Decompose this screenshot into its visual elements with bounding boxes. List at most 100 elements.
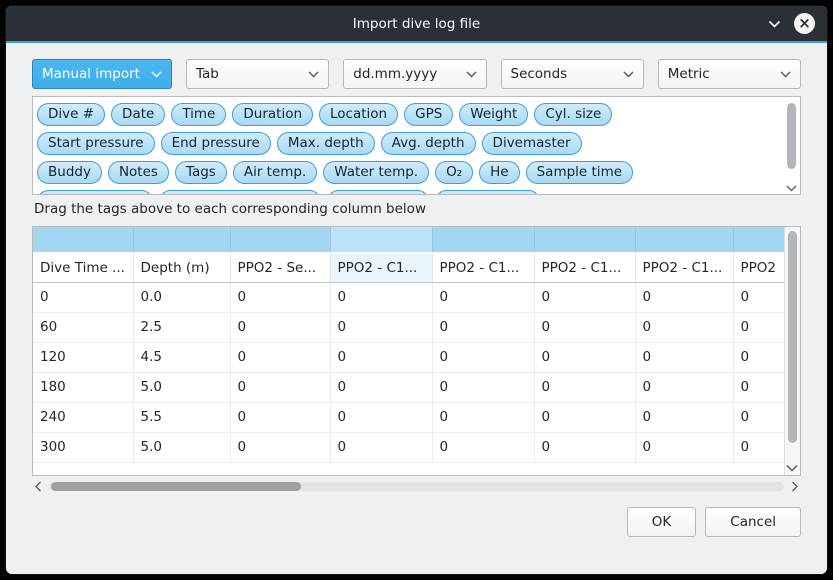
- combo-value: dd.mm.yyyy: [353, 66, 437, 82]
- header-row: Dive Time ...Depth (m)PPO2 - Se...PPO2 -…: [33, 253, 784, 282]
- scrollbar-thumb[interactable]: [788, 231, 797, 443]
- table-cell: 0: [330, 402, 432, 432]
- tag-water-temp[interactable]: Water temp.: [323, 161, 429, 184]
- scroll-left-icon[interactable]: [32, 481, 45, 492]
- column-header[interactable]: Depth (m): [133, 253, 230, 282]
- scrollbar-thumb[interactable]: [51, 482, 301, 491]
- column-drop-target[interactable]: [635, 227, 733, 253]
- tag-max-depth[interactable]: Max. depth: [277, 132, 375, 155]
- tag-end-pressure[interactable]: End pressure: [161, 132, 271, 155]
- tag-tags[interactable]: Tags: [175, 161, 227, 184]
- tag-o[interactable]: O₂: [435, 161, 473, 184]
- table-cell: 0: [432, 342, 534, 372]
- combo-duration-format[interactable]: Seconds: [501, 59, 644, 89]
- titlebar[interactable]: Import dive log file ×: [6, 6, 827, 43]
- column-drop-target[interactable]: [33, 227, 133, 253]
- column-drop-target[interactable]: [230, 227, 330, 253]
- table-vertical-scrollbar[interactable]: [784, 227, 800, 475]
- column-drop-target[interactable]: [133, 227, 230, 253]
- column-header[interactable]: PPO2: [733, 253, 784, 282]
- tag-duration[interactable]: Duration: [232, 103, 313, 126]
- button-box: OK Cancel: [32, 507, 801, 537]
- table-cell: 0: [330, 372, 432, 402]
- dialog-body: Manual import Tab dd.mm.yyyy Seconds: [6, 43, 827, 537]
- scroll-down-icon[interactable]: [786, 464, 798, 472]
- combo-import-mode[interactable]: Manual import: [32, 59, 172, 89]
- tag-sample-time[interactable]: Sample time: [526, 161, 633, 184]
- scrollbar-track[interactable]: [49, 482, 784, 491]
- scrollbar-thumb[interactable]: [787, 103, 796, 169]
- tag-row: Sample depth Sample temperature Sample pO₂…: [37, 190, 780, 194]
- table-cell: 0: [733, 312, 784, 342]
- import-grid: Dive Time ...Depth (m)PPO2 - Se...PPO2 -…: [33, 227, 784, 463]
- table-cell: 120: [33, 342, 133, 372]
- combo-date-format[interactable]: dd.mm.yyyy: [343, 59, 486, 89]
- column-header[interactable]: PPO2 - C1...: [330, 253, 432, 282]
- scroll-down-icon[interactable]: [786, 185, 797, 192]
- tag-buddy[interactable]: Buddy: [37, 161, 102, 184]
- column-drop-target[interactable]: [733, 227, 784, 253]
- combo-value: Tab: [196, 66, 219, 82]
- table-horizontal-scrollbar[interactable]: [32, 479, 801, 494]
- tag-notes[interactable]: Notes: [108, 161, 169, 184]
- tag-sample-depth[interactable]: Sample depth: [37, 190, 153, 194]
- tag-time[interactable]: Time: [171, 103, 226, 126]
- column-drop-target[interactable]: [330, 227, 432, 253]
- table-cell: 0: [635, 402, 733, 432]
- table-cell: 0: [230, 372, 330, 402]
- import-options-row: Manual import Tab dd.mm.yyyy Seconds: [32, 59, 801, 89]
- table-cell: 0: [230, 282, 330, 312]
- close-icon: ×: [798, 16, 811, 31]
- tag-sample-cns[interactable]: Sample CNS: [435, 190, 540, 194]
- combo-value: Metric: [668, 66, 710, 82]
- tag-sample-po[interactable]: Sample pO₂: [327, 190, 429, 194]
- tag-row: Start pressure End pressure Max. depth Avg.…: [37, 132, 780, 155]
- table-cell: 0: [230, 312, 330, 342]
- tag-air-temp[interactable]: Air temp.: [233, 161, 317, 184]
- close-button[interactable]: ×: [794, 13, 815, 34]
- scroll-right-icon[interactable]: [788, 481, 801, 492]
- column-header[interactable]: PPO2 - C1...: [534, 253, 635, 282]
- tag-panel-scrollbar[interactable]: [783, 97, 800, 194]
- table-cell: 2.5: [133, 312, 230, 342]
- combo-field-separator[interactable]: Tab: [186, 59, 329, 89]
- column-drop-target[interactable]: [534, 227, 635, 253]
- tag-sample-temperature[interactable]: Sample temperature: [159, 190, 321, 194]
- tag-row: Dive # Date Time Duration Location GPS Weight C…: [37, 103, 780, 126]
- tag-location[interactable]: Location: [319, 103, 398, 126]
- combo-value: Seconds: [511, 66, 568, 82]
- table-cell: 0: [635, 432, 733, 462]
- table-cell: 300: [33, 432, 133, 462]
- tag-start-pressure[interactable]: Start pressure: [37, 132, 155, 155]
- combo-units[interactable]: Metric: [658, 59, 801, 89]
- tag-date[interactable]: Date: [111, 103, 165, 126]
- column-header[interactable]: PPO2 - C1...: [635, 253, 733, 282]
- tag-gps[interactable]: GPS: [404, 103, 453, 126]
- column-header[interactable]: PPO2 - Se...: [230, 253, 330, 282]
- table-cell: 0.0: [133, 282, 230, 312]
- chevron-down-icon[interactable]: [768, 20, 781, 28]
- cancel-button[interactable]: Cancel: [705, 507, 801, 537]
- column-header[interactable]: Dive Time ...: [33, 253, 133, 282]
- table-cell: 0: [733, 432, 784, 462]
- table-cell: 0: [534, 342, 635, 372]
- table-cell: 0: [432, 312, 534, 342]
- table-cell: 180: [33, 372, 133, 402]
- ok-button[interactable]: OK: [627, 507, 696, 537]
- table-cell: 0: [635, 372, 733, 402]
- titlebar-icons: ×: [768, 6, 815, 41]
- column-drop-target[interactable]: [432, 227, 534, 253]
- tag-dive[interactable]: Dive #: [37, 103, 105, 126]
- tag-avg-depth[interactable]: Avg. depth: [381, 132, 476, 155]
- tag-cyl-size[interactable]: Cyl. size: [534, 103, 612, 126]
- column-header[interactable]: PPO2 - C1...: [432, 253, 534, 282]
- table-cell: 60: [33, 312, 133, 342]
- table-cell: 0: [330, 342, 432, 372]
- tag-weight[interactable]: Weight: [459, 103, 528, 126]
- table-cell: 5.0: [133, 432, 230, 462]
- tag-list: Dive # Date Time Duration Location GPS Weight C…: [37, 97, 780, 194]
- table-cell: 0: [534, 312, 635, 342]
- import-table: Dive Time ...Depth (m)PPO2 - Se...PPO2 -…: [33, 227, 784, 475]
- tag-he[interactable]: He: [479, 161, 519, 184]
- tag-divemaster[interactable]: Divemaster: [482, 132, 582, 155]
